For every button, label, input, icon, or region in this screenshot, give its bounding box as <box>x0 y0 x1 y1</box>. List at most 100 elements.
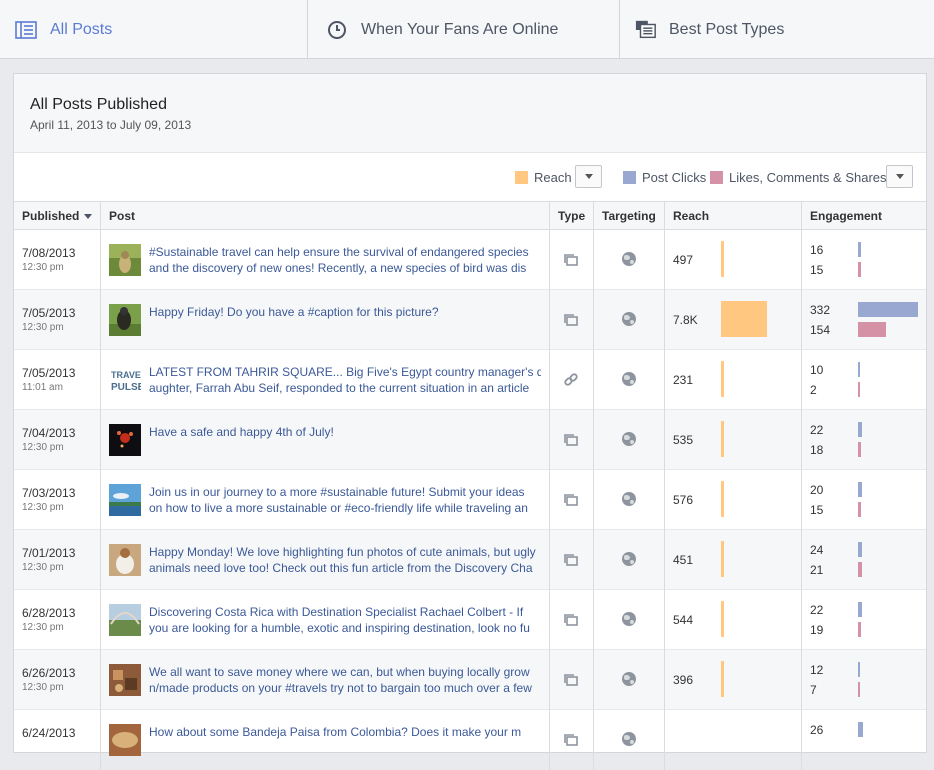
post-text-link[interactable]: Happy Monday! We love highlighting fun p… <box>149 544 541 576</box>
likes-value: 15 <box>810 263 824 277</box>
engagement-cell: 24 21 <box>802 530 926 590</box>
reach-cell: 451 <box>665 530 802 590</box>
legend-reach: Reach <box>515 170 572 185</box>
reach-cell: 7.8K <box>665 290 802 350</box>
post-cell[interactable]: #Sustainable travel can help ensure the … <box>101 230 550 290</box>
legend-reach-label: Reach <box>534 170 572 185</box>
reach-value: 396 <box>673 673 694 687</box>
post-thumbnail[interactable] <box>109 664 141 696</box>
post-time: 12:30 pm <box>22 442 64 453</box>
published-cell: 7/05/2013 11:01 am <box>14 350 101 410</box>
date-range: April 11, 2013 to July 09, 2013 <box>30 118 192 132</box>
post-time: 12:30 pm <box>22 562 64 573</box>
likes-value: 19 <box>810 623 824 637</box>
post-text-line-2: aughter, Farrah Abu Seif, responded to t… <box>149 381 530 395</box>
post-clicks-value: 12 <box>810 663 824 677</box>
post-thumbnail[interactable] <box>109 484 141 516</box>
post-text-link[interactable]: LATEST FROM TAHRIR SQUARE... Big Five's … <box>149 364 541 396</box>
post-text-line-2: animals need love too! Check out this fu… <box>149 561 533 575</box>
post-cell[interactable]: Join us in our journey to a more #sustai… <box>101 470 550 530</box>
table-row[interactable]: 6/26/2013 12:30 pm We all want to save mon… <box>14 650 926 710</box>
post-clicks-value: 332 <box>810 303 831 317</box>
post-text-line-1: How about some Bandeja Paisa from Colomb… <box>149 725 522 739</box>
engagement-cell: 12 7 <box>802 650 926 710</box>
col-post: Post <box>101 202 550 230</box>
post-cell[interactable]: Happy Monday! We love highlighting fun p… <box>101 530 550 590</box>
post-thumbnail[interactable] <box>109 544 141 576</box>
clock-icon <box>326 19 348 41</box>
post-clicks-bar <box>858 662 860 677</box>
post-text-link[interactable]: How about some Bandeja Paisa from Colomb… <box>149 724 541 740</box>
post-clicks-value: 10 <box>810 363 824 377</box>
post-cell[interactable]: Discovering Costa Rica with Destination … <box>101 590 550 650</box>
table-row[interactable]: 7/03/2013 12:30 pm Join us in our journey … <box>14 470 926 530</box>
tab-all-posts[interactable]: All Posts <box>0 0 308 59</box>
post-text-line-1: Have a safe and happy 4th of July! <box>149 425 334 439</box>
posts-panel: All Posts Published April 11, 2013 to Ju… <box>13 73 927 770</box>
post-thumbnail[interactable] <box>109 244 141 276</box>
table-row[interactable]: 6/28/2013 12:30 pm Discovering Costa Rica … <box>14 590 926 650</box>
post-text-link[interactable]: #Sustainable travel can help ensure the … <box>149 244 541 276</box>
post-text-line-1: Happy Friday! Do you have a #caption for… <box>149 305 439 319</box>
post-text-line-2: you are looking for a humble, exotic and… <box>149 621 530 635</box>
reach-dropdown-button[interactable] <box>575 165 602 188</box>
post-clicks-bar <box>858 302 918 317</box>
post-thumbnail[interactable] <box>109 424 141 456</box>
post-types-icon <box>635 19 657 41</box>
likes-swatch <box>710 171 723 184</box>
post-cell[interactable]: How about some Bandeja Paisa from Colomb… <box>101 710 550 770</box>
post-thumbnail[interactable]: TRAVEL PULSE <box>109 364 141 396</box>
likes-bar <box>858 442 861 457</box>
engagement-cell: 22 18 <box>802 410 926 470</box>
post-cell[interactable]: TRAVEL PULSE LATEST FROM TAHRIR SQUARE... … <box>101 350 550 410</box>
table-header: Published Post Type Targeting Reach Enga… <box>14 202 926 230</box>
type-cell <box>550 590 594 650</box>
post-date: 7/01/2013 <box>22 546 76 560</box>
type-cell <box>550 350 594 410</box>
col-engagement: Engagement <box>802 202 926 230</box>
targeting-cell <box>594 470 665 530</box>
post-time: 12:30 pm <box>22 682 64 693</box>
likes-value: 15 <box>810 503 824 517</box>
post-cell[interactable]: Have a safe and happy 4th of July! <box>101 410 550 470</box>
post-clicks-value: 22 <box>810 603 824 617</box>
table-row[interactable]: 7/01/2013 12:30 pm Happy Monday! We love h… <box>14 530 926 590</box>
published-cell: 6/28/2013 12:30 pm <box>14 590 101 650</box>
table-row[interactable]: 7/08/2013 12:30 pm #Sustainable travel can… <box>14 230 926 290</box>
tab-fans-online[interactable]: When Your Fans Are Online <box>308 0 620 59</box>
table-row[interactable]: 6/24/2013 How about some Bandeja Paisa fr… <box>14 710 926 770</box>
likes-bar <box>858 262 861 277</box>
post-text-line-2: n/made products on your #travels try not… <box>149 681 532 695</box>
table-row[interactable]: 7/04/2013 12:30 pm Have a safe and happy 4… <box>14 410 926 470</box>
post-thumbnail[interactable] <box>109 724 141 756</box>
col-engagement-label: Engagement <box>810 209 883 223</box>
published-cell: 7/01/2013 12:30 pm <box>14 530 101 590</box>
post-cell[interactable]: We all want to save money where we can, … <box>101 650 550 710</box>
reach-cell: 231 <box>665 350 802 410</box>
photo-icon <box>563 672 579 688</box>
post-thumbnail[interactable] <box>109 604 141 636</box>
post-text-link[interactable]: Join us in our journey to a more #sustai… <box>149 484 541 516</box>
reach-cell: 396 <box>665 650 802 710</box>
table-row[interactable]: 7/05/2013 12:30 pm Happy Friday! Do you ha… <box>14 290 926 350</box>
post-text-link[interactable]: Have a safe and happy 4th of July! <box>149 424 541 440</box>
post-text-link[interactable]: Discovering Costa Rica with Destination … <box>149 604 541 636</box>
chevron-down-icon <box>584 174 593 179</box>
engagement-dropdown-button[interactable] <box>886 165 913 188</box>
col-reach: Reach <box>665 202 802 230</box>
post-thumbnail[interactable] <box>109 304 141 336</box>
likes-bar <box>858 622 861 637</box>
engagement-cell: 16 15 <box>802 230 926 290</box>
post-time: 12:30 pm <box>22 622 64 633</box>
published-cell: 6/26/2013 12:30 pm <box>14 650 101 710</box>
post-clicks-value: 20 <box>810 483 824 497</box>
table-row[interactable]: 7/05/2013 11:01 am TRAVEL PULSE LATEST FROM … <box>14 350 926 410</box>
post-text-link[interactable]: Happy Friday! Do you have a #caption for… <box>149 304 541 320</box>
tab-best-post-types[interactable]: Best Post Types <box>620 0 934 59</box>
post-cell[interactable]: Happy Friday! Do you have a #caption for… <box>101 290 550 350</box>
post-text-line-1: #Sustainable travel can help ensure the … <box>149 245 529 259</box>
post-text-link[interactable]: We all want to save money where we can, … <box>149 664 541 696</box>
post-clicks-value: 16 <box>810 243 824 257</box>
col-published[interactable]: Published <box>14 202 101 230</box>
published-cell: 7/04/2013 12:30 pm <box>14 410 101 470</box>
